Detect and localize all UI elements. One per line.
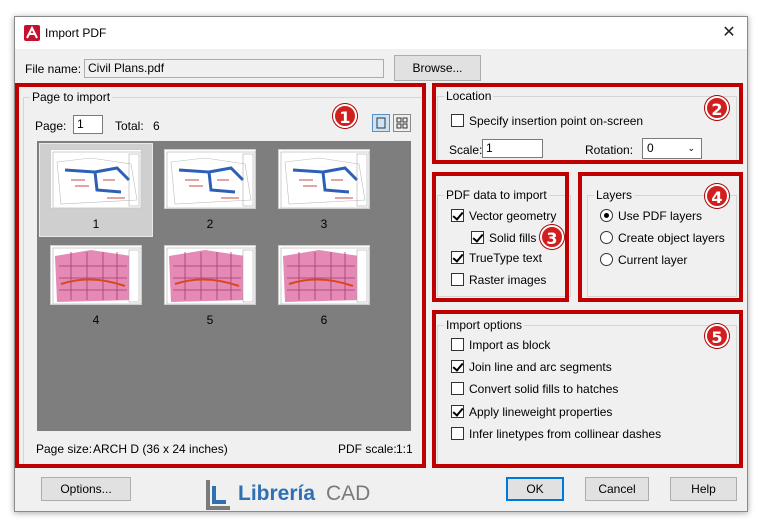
help-button[interactable]: Help bbox=[670, 477, 737, 501]
file-name-label: File name: bbox=[25, 62, 82, 76]
pink-grading-plan-icon bbox=[166, 247, 255, 304]
apply-lineweight-label: Apply lineweight properties bbox=[469, 405, 613, 419]
page-size-label: Page size: bbox=[36, 442, 93, 456]
truetype-text-checkbox[interactable] bbox=[451, 251, 464, 264]
badge-1: 1 bbox=[333, 104, 357, 128]
page-number-field[interactable]: 1 bbox=[73, 115, 103, 134]
libreria-cad-logo: Librería CAD bbox=[204, 478, 384, 512]
thumbnail-label-2: 2 bbox=[206, 217, 214, 231]
create-object-layers-radio[interactable] bbox=[600, 231, 613, 244]
cancel-button[interactable]: Cancel bbox=[585, 477, 649, 501]
badge-3: 3 bbox=[540, 225, 564, 249]
join-segments-label: Join line and arc segments bbox=[469, 360, 612, 374]
specify-insertion-checkbox[interactable] bbox=[451, 114, 464, 127]
single-page-view-button[interactable] bbox=[372, 114, 390, 132]
thumbnail-label-6: 6 bbox=[320, 313, 328, 327]
join-segments-checkbox[interactable] bbox=[451, 360, 464, 373]
pdf-scale-label: PDF scale: bbox=[338, 442, 397, 456]
browse-button[interactable]: Browse... bbox=[394, 55, 481, 81]
chevron-down-icon: ⌄ bbox=[687, 143, 695, 153]
total-value: 6 bbox=[153, 119, 160, 133]
badge-5: 5 bbox=[705, 324, 729, 348]
single-page-icon bbox=[376, 117, 386, 129]
rotation-label: Rotation: bbox=[585, 143, 634, 157]
current-layer-radio[interactable] bbox=[600, 253, 613, 266]
thumbnail-page-4[interactable] bbox=[50, 245, 142, 305]
thumbnail-page-2[interactable] bbox=[164, 149, 256, 209]
logo-text-cad: CAD bbox=[326, 482, 371, 505]
logo-text-libreria: Librería bbox=[238, 482, 316, 505]
raster-images-label: Raster images bbox=[469, 273, 547, 287]
current-layer-label: Current layer bbox=[618, 253, 688, 267]
blue-site-plan-icon bbox=[52, 151, 141, 208]
vector-geometry-label: Vector geometry bbox=[469, 209, 557, 223]
convert-fills-checkbox[interactable] bbox=[451, 382, 464, 395]
pink-grading-plan-icon bbox=[280, 247, 369, 304]
import-as-block-label: Import as block bbox=[469, 338, 551, 352]
scale-label: Scale: bbox=[449, 143, 483, 157]
blue-site-plan-icon bbox=[280, 151, 369, 208]
thumbnail-page-1[interactable] bbox=[50, 149, 142, 209]
options-button[interactable]: Options... bbox=[41, 477, 131, 501]
grid-view-button[interactable] bbox=[393, 114, 411, 132]
title-bar: Import PDF ✕ bbox=[15, 17, 747, 49]
grid-view-icon bbox=[396, 117, 408, 129]
page-to-import-legend: Page to import bbox=[30, 90, 113, 104]
vector-geometry-checkbox[interactable] bbox=[451, 209, 464, 222]
layers-legend: Layers bbox=[594, 188, 635, 202]
convert-fills-label: Convert solid fills to hatches bbox=[469, 382, 619, 396]
truetype-text-label: TrueType text bbox=[469, 251, 542, 265]
close-icon[interactable]: ✕ bbox=[711, 17, 747, 49]
import-as-block-checkbox[interactable] bbox=[451, 338, 464, 351]
import-options-legend: Import options bbox=[444, 318, 525, 332]
ok-button[interactable]: OK bbox=[506, 477, 564, 501]
infer-linetypes-label: Infer linetypes from collinear dashes bbox=[469, 427, 662, 441]
thumbnail-label-5: 5 bbox=[206, 313, 214, 327]
badge-2: 2 bbox=[705, 96, 729, 120]
blue-site-plan-icon bbox=[166, 151, 255, 208]
libreria-cad-logo-mark-icon bbox=[206, 480, 230, 510]
location-legend: Location bbox=[444, 89, 494, 103]
pdf-data-legend: PDF data to import bbox=[444, 188, 549, 202]
apply-lineweight-checkbox[interactable] bbox=[451, 405, 464, 418]
thumbnail-page-5[interactable] bbox=[164, 245, 256, 305]
infer-linetypes-checkbox[interactable] bbox=[451, 427, 464, 440]
file-name-field[interactable]: Civil Plans.pdf bbox=[84, 59, 384, 78]
thumbnail-page-3[interactable] bbox=[278, 149, 370, 209]
use-pdf-layers-radio[interactable] bbox=[600, 209, 613, 222]
thumbnail-label-3: 3 bbox=[320, 217, 328, 231]
page-label: Page: bbox=[35, 119, 67, 133]
thumbnail-label-1: 1 bbox=[92, 217, 100, 231]
pink-grading-plan-icon bbox=[52, 247, 141, 304]
pdf-scale-value: 1:1 bbox=[396, 442, 413, 456]
raster-images-checkbox[interactable] bbox=[451, 273, 464, 286]
total-label: Total: bbox=[115, 119, 144, 133]
thumbnail-area: 1 2 3 4 5 6 bbox=[37, 141, 411, 431]
create-object-layers-label: Create object layers bbox=[618, 231, 725, 245]
specify-insertion-label: Specify insertion point on-screen bbox=[469, 114, 644, 128]
scale-field[interactable]: 1 bbox=[482, 139, 543, 158]
solid-fills-label: Solid fills bbox=[489, 231, 537, 245]
page-size-value: ARCH D (36 x 24 inches) bbox=[93, 442, 228, 456]
rotation-dropdown[interactable]: 0 ⌄ bbox=[642, 138, 702, 159]
badge-4: 4 bbox=[705, 184, 729, 208]
rotation-value: 0 bbox=[647, 141, 654, 155]
autocad-app-icon bbox=[24, 25, 40, 41]
import-pdf-dialog: Import PDF ✕ File name: Civil Plans.pdf … bbox=[14, 16, 748, 512]
thumbnail-label-4: 4 bbox=[92, 313, 100, 327]
solid-fills-checkbox[interactable] bbox=[471, 231, 484, 244]
thumbnail-page-6[interactable] bbox=[278, 245, 370, 305]
use-pdf-layers-label: Use PDF layers bbox=[618, 209, 703, 223]
window-title: Import PDF bbox=[45, 26, 107, 40]
